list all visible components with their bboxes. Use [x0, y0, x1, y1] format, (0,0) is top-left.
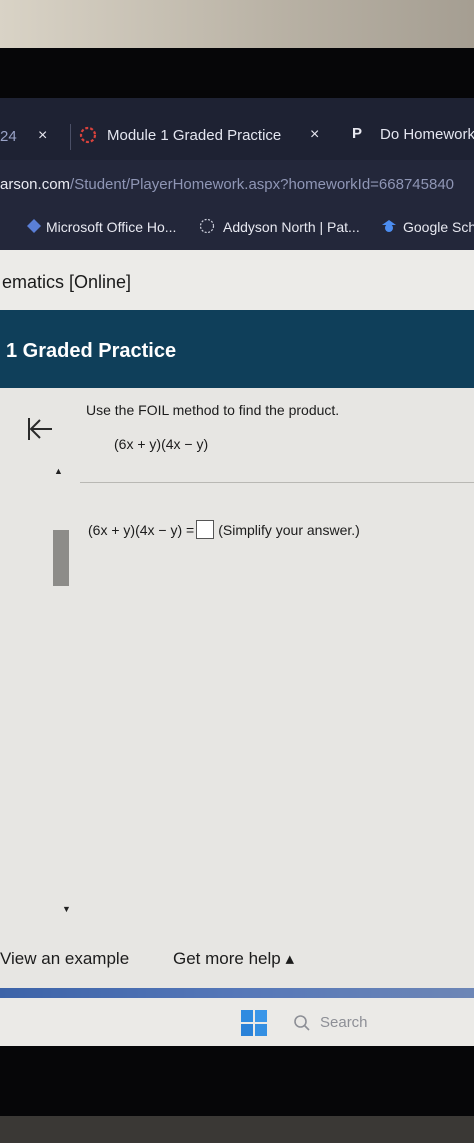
tab-close-button[interactable]: ×: [38, 127, 47, 145]
background-wall: [0, 0, 474, 48]
bookmark-google-scholar[interactable]: Google Sch: [403, 219, 474, 235]
answer-row: (6x + y)(4x − y) = (Simplify your answer.…: [88, 520, 360, 539]
question-expression: (6x + y)(4x − y): [114, 436, 209, 452]
course-title: ematics [Online]: [2, 272, 132, 292]
tab-close-button[interactable]: ×: [310, 126, 319, 144]
office-icon: [27, 219, 41, 233]
windows-start-icon[interactable]: [241, 1010, 267, 1036]
scroll-thumb[interactable]: [53, 530, 69, 586]
assignment-title: 1 Graded Practice: [6, 340, 177, 362]
bookmark-addyson-north[interactable]: Addyson North | Pat...: [223, 219, 360, 235]
url-text[interactable]: arson.com/Student/PlayerHomework.aspx?ho…: [0, 176, 454, 193]
answer-input[interactable]: [196, 520, 215, 539]
loading-icon: [199, 218, 215, 234]
scroll-up-arrow-icon[interactable]: ▲: [54, 466, 63, 476]
google-scholar-icon: [382, 220, 396, 232]
question-divider: [80, 482, 474, 483]
bookmark-microsoft-office[interactable]: Microsoft Office Ho...: [46, 219, 176, 235]
search-icon[interactable]: [293, 1014, 311, 1032]
tab-separator: [70, 124, 71, 150]
url-domain: arson.com: [0, 176, 71, 193]
scroll-down-arrow-icon[interactable]: ▼: [62, 904, 71, 914]
get-more-help-button[interactable]: Get more help ▴: [173, 949, 294, 969]
accent-strip: [0, 988, 474, 998]
question-panel: [0, 388, 474, 988]
view-example-link[interactable]: View an example: [0, 949, 129, 969]
question-instruction: Use the FOIL method to find the product.: [86, 402, 340, 418]
back-to-start-icon[interactable]: [26, 416, 54, 442]
answer-hint: (Simplify your answer.): [218, 522, 360, 538]
url-path: /Student/PlayerHomework.aspx?homeworkId=…: [70, 176, 455, 193]
windows-taskbar: [0, 998, 474, 1046]
monitor-bezel-bottom: [0, 1046, 474, 1116]
pearson-p-icon: P: [352, 125, 363, 142]
tab-partial-label[interactable]: 24: [0, 128, 17, 145]
tab-do-homework[interactable]: Do Homework -: [380, 126, 474, 143]
taskbar-search[interactable]: Search: [320, 1014, 368, 1031]
pearson-tab-icon: [79, 126, 97, 144]
monitor-bezel-top: [0, 48, 474, 98]
answer-prefix: (6x + y)(4x − y) =: [88, 522, 195, 538]
desk-surface: [0, 1116, 474, 1143]
tab-module-graded-practice[interactable]: Module 1 Graded Practice: [107, 127, 281, 144]
